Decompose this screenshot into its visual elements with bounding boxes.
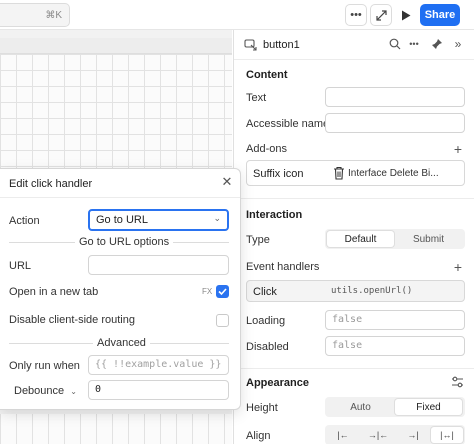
disabled-label: Disabled xyxy=(246,341,289,353)
fx-toggle[interactable]: FX xyxy=(202,287,212,296)
text-label: Text xyxy=(246,92,267,104)
more-icon: ••• xyxy=(350,9,362,21)
disabled-input[interactable]: false xyxy=(325,336,465,356)
more-button[interactable]: ••• xyxy=(345,4,367,26)
align-left-icon[interactable]: |← xyxy=(327,427,359,443)
collapse-panel-icon[interactable]: » xyxy=(450,36,466,52)
disable-routing-label: Disable client-side routing xyxy=(9,314,135,326)
align-stretch-icon[interactable]: |↔| xyxy=(431,427,463,443)
top-toolbar: ⌘K ••• Share xyxy=(0,0,474,30)
handler-code: utils.openUrl() xyxy=(331,286,413,296)
interaction-section-title: Interaction xyxy=(246,209,303,221)
align-label: Align xyxy=(246,430,271,442)
appearance-section-title: Appearance xyxy=(246,377,309,389)
pin-icon[interactable] xyxy=(429,36,445,52)
popover-title: Edit click handler xyxy=(9,178,93,190)
search-shortcut: ⌘K xyxy=(45,10,62,21)
loading-input[interactable]: false xyxy=(325,310,465,330)
content-section-title: Content xyxy=(246,69,288,81)
accessible-name-label: Accessible name xyxy=(246,118,330,130)
inspector-header: button1 ••• » xyxy=(234,30,474,60)
height-label: Height xyxy=(246,402,278,414)
url-input[interactable] xyxy=(88,255,229,275)
options-header: Go to URL options xyxy=(75,236,174,248)
height-option-fixed[interactable]: Fixed xyxy=(395,399,462,415)
chevron-down-icon: ⌄ xyxy=(213,213,221,223)
align-center-icon[interactable]: →|← xyxy=(362,427,394,443)
style-settings-icon[interactable] xyxy=(451,376,464,388)
new-tab-label: Open in a new tab xyxy=(9,286,99,298)
play-icon xyxy=(402,10,411,20)
command-search[interactable]: ⌘K xyxy=(0,3,70,27)
text-input[interactable] xyxy=(325,87,465,107)
canvas-header-strip xyxy=(0,38,232,54)
type-option-default[interactable]: Default xyxy=(327,231,394,247)
advanced-header: Advanced xyxy=(93,337,150,349)
action-select-value: Go to URL xyxy=(96,214,148,226)
only-run-when-label: Only run when xyxy=(9,360,80,372)
event-handlers-label: Event handlers xyxy=(246,261,320,273)
check-icon xyxy=(218,288,227,296)
section-divider xyxy=(234,198,474,199)
inspector-panel: button1 ••• » Content Text Accessible na… xyxy=(233,30,474,444)
trash-icon[interactable] xyxy=(333,166,345,180)
component-name[interactable]: button1 xyxy=(263,39,300,51)
close-icon[interactable]: ✕ xyxy=(220,175,234,189)
suffix-icon-addon[interactable]: Suffix icon Interface Delete Bi... xyxy=(246,160,465,186)
addons-label: Add-ons xyxy=(246,143,287,155)
suffix-icon-label: Suffix icon xyxy=(253,168,304,180)
type-segmented-control: Default Submit xyxy=(325,229,465,249)
suffix-icon-value: Interface Delete Bi... xyxy=(348,168,439,179)
align-right-icon[interactable]: →| xyxy=(397,427,429,443)
action-select[interactable]: Go to URL ⌄ xyxy=(88,209,229,231)
height-option-auto[interactable]: Auto xyxy=(327,399,394,415)
handler-event: Click xyxy=(253,286,277,298)
share-button[interactable]: Share xyxy=(420,4,460,26)
section-divider xyxy=(234,368,474,369)
accessible-name-input[interactable] xyxy=(325,113,465,133)
loading-label: Loading xyxy=(246,315,286,327)
debounce-label: Debounce xyxy=(14,385,65,397)
action-label: Action xyxy=(9,215,40,227)
height-segmented-control: Auto Fixed xyxy=(325,397,465,417)
debounce-input[interactable]: 0 xyxy=(88,380,229,400)
type-option-submit[interactable]: Submit xyxy=(395,231,462,247)
chevron-down-icon: ⌄ xyxy=(70,387,77,396)
search-icon[interactable] xyxy=(387,36,403,52)
edit-click-handler-popover: Edit click handler ✕ Action Go to URL ⌄ … xyxy=(0,168,241,410)
only-run-when-input[interactable]: {{ !!example.value }} xyxy=(88,355,229,375)
new-tab-checkbox[interactable] xyxy=(216,285,229,298)
more-icon[interactable]: ••• xyxy=(406,36,422,52)
button-component-icon xyxy=(244,39,257,51)
type-label: Type xyxy=(246,234,270,246)
popover-divider xyxy=(0,197,240,198)
add-addon-icon[interactable]: + xyxy=(451,142,465,156)
debounce-selector[interactable]: Debounce ⌄ xyxy=(14,385,77,397)
add-event-handler-icon[interactable]: + xyxy=(451,260,465,274)
expand-button[interactable] xyxy=(370,4,392,26)
disable-routing-checkbox[interactable] xyxy=(216,314,229,327)
align-segmented-control: |← →|← →| |↔| xyxy=(325,425,465,444)
canvas-grid-bottom xyxy=(0,414,232,444)
event-handler-row[interactable]: Click utils.openUrl() xyxy=(246,280,465,302)
url-label: URL xyxy=(9,260,32,272)
preview-button[interactable] xyxy=(395,4,417,26)
expand-icon xyxy=(375,9,387,21)
